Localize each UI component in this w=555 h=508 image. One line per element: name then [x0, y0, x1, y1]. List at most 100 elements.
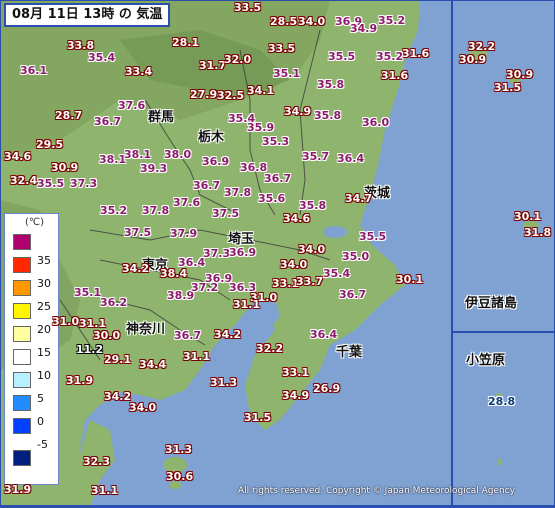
temp-label: 38.4 [160, 267, 188, 280]
temp-label: 35.5 [328, 50, 356, 63]
temp-label: 35.5 [359, 230, 387, 243]
temp-label: 31.5 [494, 81, 522, 94]
legend-label: 20 [37, 323, 51, 336]
temp-label: 34.0 [129, 401, 157, 414]
legend-label: 10 [37, 369, 51, 382]
temp-label: 37.3 [203, 247, 231, 260]
temp-label: 36.4 [337, 152, 365, 165]
temp-label: 31.7 [199, 59, 227, 72]
temp-label: 30.9 [506, 68, 534, 81]
temp-label: 28.5 [270, 15, 298, 28]
temp-label: 35.2 [100, 204, 128, 217]
temp-label: 35.1 [273, 67, 301, 80]
temp-label: 35.1 [74, 286, 102, 299]
temp-label: 34.9 [282, 389, 310, 402]
temp-label: 36.4 [310, 328, 338, 341]
copyright-notice: All rights reserved. Copyright © Japan M… [238, 486, 515, 496]
temp-label: 36.7 [193, 179, 221, 192]
temp-label: 34.9 [350, 22, 378, 35]
temp-label: 32.4 [10, 174, 38, 187]
temp-label: 34.2 [104, 390, 132, 403]
temp-label: 34.6 [4, 150, 32, 163]
place-izu-islands: 伊豆諸島 [465, 296, 518, 311]
temp-label: 35.4 [323, 267, 351, 280]
color-legend: (℃) 35 30 25 20 15 10 5 0 -5 [4, 213, 59, 485]
temp-label: 35.6 [258, 192, 286, 205]
temp-label: 30.0 [93, 329, 121, 342]
legend-label: 25 [37, 300, 51, 313]
temp-label: 38.0 [164, 148, 192, 161]
temp-label: 34.1 [247, 84, 275, 97]
temp-label: 28.1 [172, 36, 200, 49]
temp-label: 33.1 [282, 366, 310, 379]
temp-label: 38.1 [99, 153, 127, 166]
temp-label: 37.8 [142, 204, 170, 217]
place-saitama: 埼玉 [228, 232, 255, 247]
temp-label: 27.9 [190, 88, 218, 101]
temp-label: 33.4 [125, 65, 153, 78]
temp-label: 30.9 [459, 53, 487, 66]
place-ogasawara: 小笠原 [466, 353, 506, 368]
temp-label: 31.0 [52, 315, 80, 328]
temp-label: 37.5 [212, 207, 240, 220]
temp-label: 36.4 [178, 256, 206, 269]
temp-label: 26.9 [313, 382, 341, 395]
temp-label: 36.2 [100, 296, 128, 309]
temp-label: 37.3 [70, 177, 98, 190]
temp-label: 36.3 [229, 281, 257, 294]
temp-label: 30.6 [166, 470, 194, 483]
temp-label: 31.9 [4, 483, 32, 496]
temp-label: 35.2 [376, 50, 404, 63]
temp-label: 35.7 [302, 150, 330, 163]
legend-label: -5 [37, 438, 48, 451]
temp-label: 35.8 [317, 78, 345, 91]
temp-label: 35.0 [342, 250, 370, 263]
temp-label: 32.0 [224, 53, 252, 66]
temp-label: 32.2 [468, 40, 496, 53]
temp-label: 36.9 [202, 155, 230, 168]
temp-label: 37.9 [170, 227, 198, 240]
temp-label: 34.6 [283, 212, 311, 225]
temp-label: 31.9 [66, 374, 94, 387]
temp-label: 35.3 [262, 135, 290, 148]
temp-label: 33.7 [296, 275, 324, 288]
temp-label: 32.2 [256, 342, 284, 355]
temp-label: 29.1 [104, 353, 132, 366]
legend-swatch [13, 257, 31, 273]
legend-swatch [13, 418, 31, 434]
temp-label: 37.6 [173, 196, 201, 209]
temp-label: 37.5 [124, 226, 152, 239]
temp-label: 31.1 [233, 298, 261, 311]
temp-label: 37.6 [118, 99, 146, 112]
place-kanagawa: 神奈川 [126, 322, 166, 337]
temp-label: 36.7 [174, 329, 202, 342]
place-gunma: 群馬 [148, 110, 175, 125]
temp-label: 35.8 [299, 199, 327, 212]
temp-label: 35.9 [247, 121, 275, 134]
temp-label: 34.9 [284, 105, 312, 118]
temp-label: 30.1 [396, 273, 424, 286]
temp-label: 28.8 [488, 395, 516, 408]
temp-label: 38.1 [124, 148, 152, 161]
temp-label: 35.8 [314, 109, 342, 122]
temp-label: 36.7 [94, 115, 122, 128]
temp-label: 34.0 [280, 258, 308, 271]
temp-label: 31.1 [183, 350, 211, 363]
temp-label: 31.5 [244, 411, 272, 424]
temp-label: 30.1 [514, 210, 542, 223]
map-title: 08月 11日 13時 の 気温 [4, 3, 171, 27]
temp-label: 33.5 [268, 42, 296, 55]
temp-label: 34.0 [298, 243, 326, 256]
temp-label: 29.5 [36, 138, 64, 151]
temp-label: 31.3 [210, 376, 238, 389]
legend-label: 5 [37, 392, 44, 405]
temp-label: 35.2 [378, 14, 406, 27]
place-chiba: 千葉 [336, 345, 363, 360]
legend-swatch [13, 234, 31, 250]
legend-swatch [13, 372, 31, 388]
temp-label: 36.7 [339, 288, 367, 301]
temp-label: 34.2 [122, 262, 150, 275]
place-tochigi: 栃木 [198, 130, 225, 145]
legend-label: 0 [37, 415, 44, 428]
legend-label: 35 [37, 254, 51, 267]
